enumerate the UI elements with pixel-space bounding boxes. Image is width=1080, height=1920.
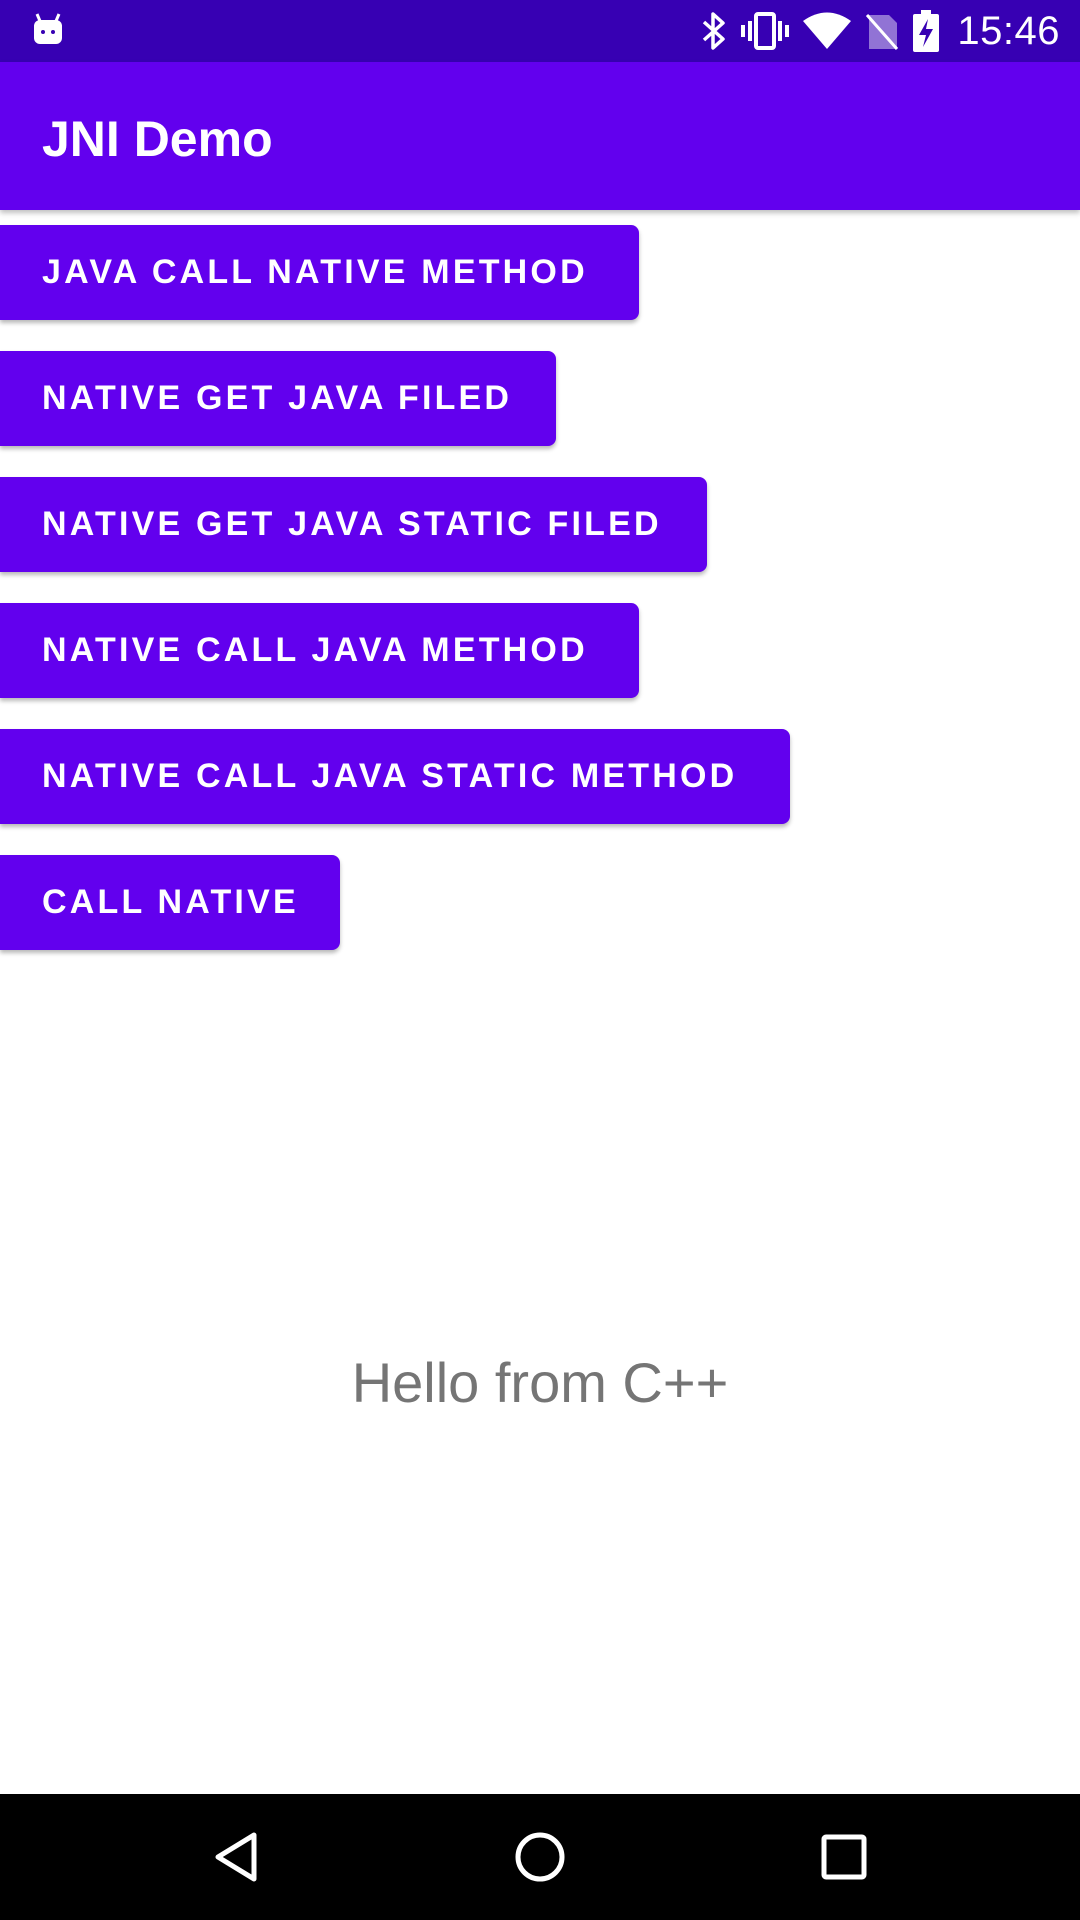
native-get-java-static-field-button[interactable]: NATIVE GET JAVA STATIC FILED (0, 477, 707, 572)
app-bar: JNI Demo (0, 62, 1080, 210)
wifi-icon (803, 12, 852, 49)
status-bar: 15:46 (0, 0, 1080, 62)
app-title: JNI Demo (42, 111, 273, 167)
bluetooth-icon (703, 12, 726, 50)
vibrate-icon (741, 12, 790, 50)
recents-icon[interactable] (816, 1829, 872, 1885)
native-call-java-method-button[interactable]: NATIVE CALL JAVA METHOD (0, 603, 639, 698)
call-native-button[interactable]: CALL NATIVE (0, 855, 340, 950)
result-text: Hello from C++ (351, 1351, 729, 1414)
no-sim-icon (866, 14, 899, 50)
home-icon[interactable] (512, 1829, 568, 1885)
status-time: 15:46 (957, 8, 1060, 53)
navigation-bar (0, 1794, 1080, 1920)
battery-charging-icon (913, 10, 940, 52)
native-get-java-field-button[interactable]: NATIVE GET JAVA FILED (0, 351, 556, 446)
native-call-java-static-method-button[interactable]: NATIVE CALL JAVA STATIC METHOD (0, 729, 790, 824)
button-list: JAVA CALL NATIVE METHOD NATIVE GET JAVA … (0, 225, 790, 981)
java-call-native-method-button[interactable]: JAVA CALL NATIVE METHOD (0, 225, 639, 320)
back-icon[interactable] (210, 1829, 266, 1885)
android-debug-icon (34, 13, 62, 44)
